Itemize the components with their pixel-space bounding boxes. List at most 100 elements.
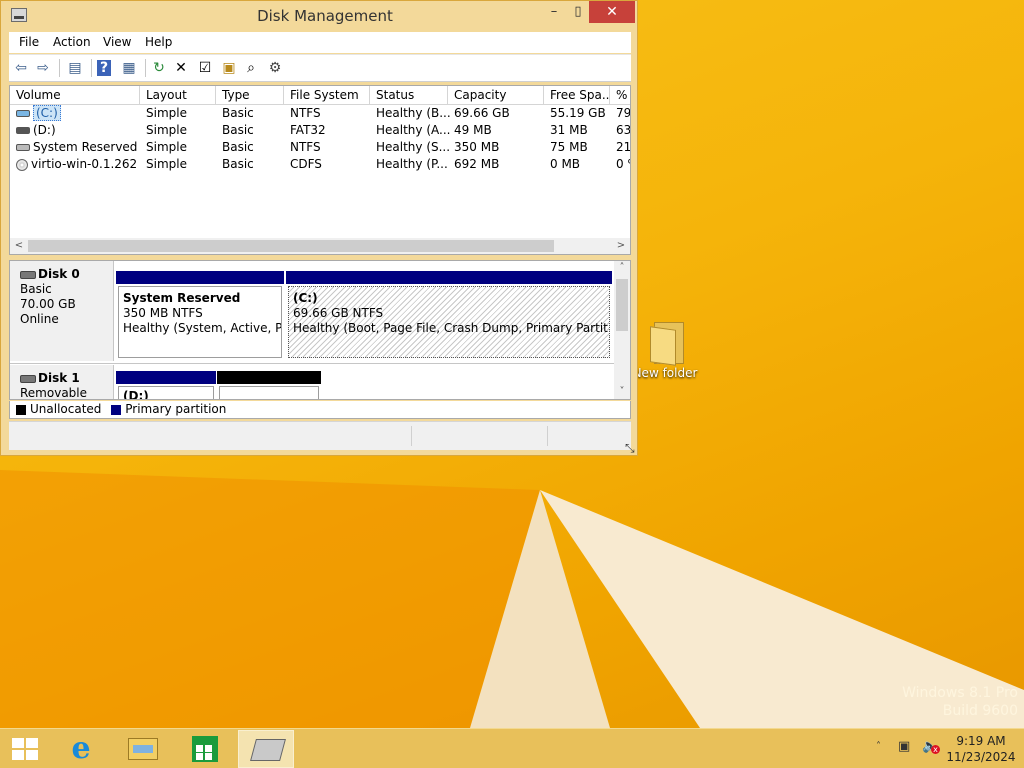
column-capacity[interactable]: Capacity (448, 86, 544, 104)
table-row[interactable]: (C:) Simple Basic NTFS Healthy (B... 69.… (10, 105, 631, 122)
network-icon[interactable]: ▣ (898, 739, 914, 755)
cell-layout: Simple (146, 157, 187, 171)
start-button[interactable] (0, 730, 56, 768)
menu-file[interactable]: File (19, 35, 39, 49)
minimize-button[interactable]: – (541, 1, 567, 23)
menu-view[interactable]: View (103, 35, 131, 49)
clock[interactable]: 9:19 AM 11/23/2024 (946, 733, 1016, 765)
volume-name: System Reserved (33, 140, 138, 154)
resize-grip-icon[interactable]: ⤡ (625, 441, 639, 455)
windows-watermark: Windows 8.1 Pro Build 9600 (902, 684, 1018, 720)
status-bar (9, 421, 631, 450)
menu-help[interactable]: Help (145, 35, 172, 49)
partition-bar (217, 371, 321, 384)
table-row[interactable]: System Reserved Simple Basic NTFS Health… (10, 139, 631, 156)
legend-primary-partition: Primary partition (125, 402, 227, 416)
disk-info[interactable]: Disk 0 Basic 70.00 GB Online (10, 261, 114, 361)
partition-bar (286, 271, 612, 284)
volume-name: virtio-win-0.1.262 ... (31, 157, 140, 171)
column-free-space[interactable]: Free Spa... (544, 86, 610, 104)
cell-type: Basic (222, 123, 254, 137)
disk-map[interactable]: Disk 0 Basic 70.00 GB Online System Rese… (9, 260, 631, 400)
maximize-button[interactable]: ▯ (567, 1, 589, 23)
column-type[interactable]: Type (216, 86, 284, 104)
cell-free-space: 75 MB (550, 140, 588, 154)
menu-bar: File Action View Help (9, 32, 631, 53)
disk-management-icon (250, 739, 286, 761)
settings-icon[interactable]: ⚙ (265, 58, 285, 78)
windows-logo-icon (12, 738, 38, 760)
horizontal-scrollbar[interactable]: < > (10, 238, 630, 254)
cell-layout: Simple (146, 123, 187, 137)
column-layout[interactable]: Layout (140, 86, 216, 104)
cell-capacity: 692 MB (454, 157, 500, 171)
back-arrow-icon[interactable]: ⇦ (11, 58, 31, 78)
volume-muted-icon[interactable]: 🔈 x (922, 739, 940, 755)
store-button[interactable] (176, 730, 232, 768)
menu-action[interactable]: Action (53, 35, 91, 49)
volume-name: (C:) (33, 105, 61, 121)
cell-file-system: FAT32 (290, 123, 326, 137)
column-status[interactable]: Status (370, 86, 448, 104)
cell-percent-free: 63 (616, 123, 631, 137)
cell-type: Basic (222, 106, 254, 120)
refresh-icon[interactable]: ↻ (149, 58, 169, 78)
primary-partition-swatch (111, 404, 122, 415)
help-icon[interactable]: ? (97, 60, 111, 76)
close-button[interactable]: ✕ (589, 1, 635, 23)
partition-c[interactable]: (C:) 69.66 GB NTFS Healthy (Boot, Page F… (286, 271, 612, 359)
disk-management-taskbar-button[interactable] (238, 730, 294, 768)
properties-icon[interactable]: ▦ (119, 58, 139, 78)
partition-size: 350 MB NTFS (123, 306, 203, 320)
cell-free-space: 0 MB (550, 157, 581, 171)
unallocated-swatch (16, 404, 26, 415)
partition-unallocated[interactable] (217, 371, 321, 399)
cell-file-system: NTFS (290, 140, 321, 154)
column-percent-free[interactable]: % F (610, 86, 630, 104)
disk-name: Disk 0 (38, 267, 80, 281)
horizontal-scroll-thumb[interactable] (28, 240, 554, 252)
desktop-folder-new-folder[interactable]: New folder (632, 318, 698, 380)
cell-status: Healthy (A... (376, 123, 450, 137)
open-folder-icon[interactable]: ▣ (219, 58, 239, 78)
file-explorer-button[interactable] (114, 730, 170, 768)
disk-icon (20, 270, 36, 279)
scroll-left-icon[interactable]: < (12, 238, 26, 254)
show-hidden-icons-button[interactable]: ˄ (876, 741, 881, 752)
cell-free-space: 55.19 GB (550, 106, 606, 120)
disk-size: 70.00 GB (20, 297, 76, 311)
partition-name: System Reserved (123, 291, 241, 305)
cell-percent-free: 79 (616, 106, 631, 120)
disk-icon (20, 374, 36, 383)
table-row[interactable]: virtio-win-0.1.262 ... Simple Basic CDFS… (10, 156, 630, 173)
partition-name: (C:) (293, 291, 318, 305)
volume-list[interactable]: Volume Layout Type File System Status Ca… (9, 85, 631, 255)
column-file-system[interactable]: File System (284, 86, 370, 104)
status-segment (547, 426, 548, 446)
vertical-scrollbar[interactable]: ˄ ˅ (614, 261, 630, 399)
show-hide-console-icon[interactable]: ▤ (65, 58, 85, 78)
partition-size: 69.66 GB NTFS (293, 306, 384, 320)
forward-arrow-icon[interactable]: ⇨ (33, 58, 53, 78)
scroll-right-icon[interactable]: > (614, 238, 628, 254)
cell-percent-free: 21 (616, 140, 631, 154)
vertical-scroll-thumb[interactable] (616, 279, 628, 331)
cell-type: Basic (222, 157, 254, 171)
partition-system-reserved[interactable]: System Reserved 350 MB NTFS Healthy (Sys… (116, 271, 284, 359)
search-icon[interactable]: ⌕ (241, 58, 261, 78)
title-bar[interactable]: Disk Management – ▯ ✕ (1, 1, 637, 31)
watermark-build: Build 9600 (942, 703, 1018, 719)
disk-info[interactable]: Disk 1 Removable (10, 365, 114, 399)
delete-icon[interactable]: ✕ (171, 58, 191, 78)
internet-explorer-button[interactable]: e (52, 730, 108, 768)
scroll-down-icon[interactable]: ˅ (614, 385, 630, 399)
scroll-up-icon[interactable]: ˄ (614, 261, 630, 275)
table-row[interactable]: (D:) Simple Basic FAT32 Healthy (A... 49… (10, 122, 631, 139)
checklist-icon[interactable]: ☑ (195, 58, 215, 78)
clock-time: 9:19 AM (956, 734, 1006, 748)
toolbar: ⇦ ⇨ ▤ ? ▦ ↻ ✕ ☑ ▣ ⌕ ⚙ (9, 54, 631, 82)
cell-free-space: 31 MB (550, 123, 588, 137)
partition-d[interactable]: (D:) (116, 371, 216, 399)
column-volume[interactable]: Volume (10, 86, 140, 104)
drive-icon (16, 110, 30, 117)
